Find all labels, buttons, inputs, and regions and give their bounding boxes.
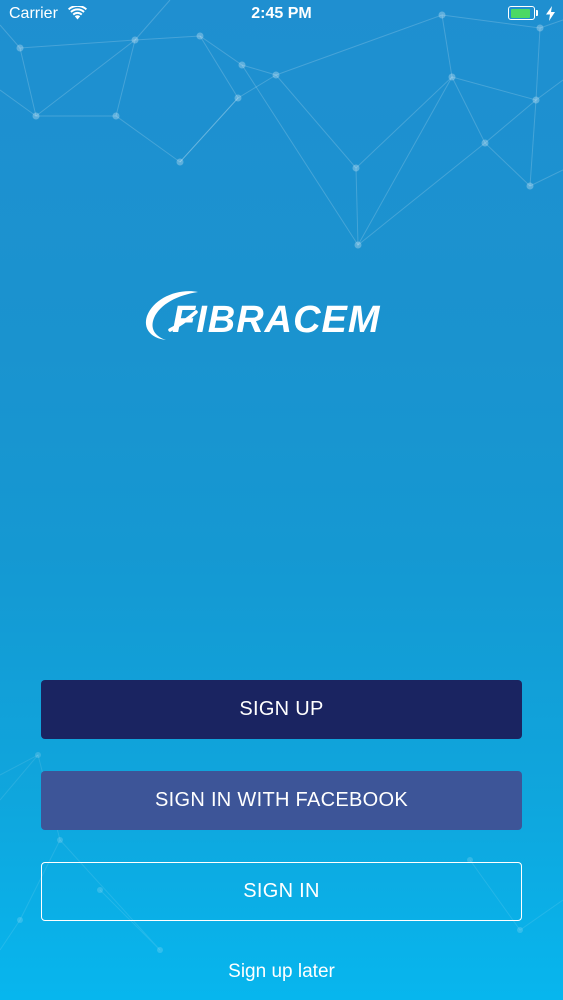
status-time: 2:45 PM (251, 5, 312, 22)
logo-wordmark: FIBRACEM (172, 299, 381, 341)
status-bar: Carrier 2:45 PM (0, 0, 563, 30)
network-pattern-decoration (0, 0, 563, 249)
sign-in-button[interactable]: SIGN IN (41, 862, 522, 921)
battery-icon (508, 6, 535, 20)
network-pattern-decoration-bottom (0, 752, 563, 953)
sign-in-with-facebook-button[interactable]: SIGN IN WITH FACEBOOK (41, 771, 522, 830)
battery-tip (536, 10, 538, 16)
sign-up-later-link[interactable]: Sign up later (0, 961, 563, 983)
sign-in-with-facebook-label: SIGN IN WITH FACEBOOK (155, 789, 408, 811)
fibracem-logo: FIBRACEM (140, 286, 425, 352)
welcome-screen: Carrier 2:45 PM FIBRACEM SIGN UP SIGN IN… (0, 0, 563, 1000)
sign-up-button[interactable]: SIGN UP (41, 680, 522, 739)
battery-level-fill (510, 8, 530, 18)
charging-bolt-icon (546, 6, 555, 21)
sign-up-button-label: SIGN UP (239, 698, 324, 720)
sign-in-button-label: SIGN IN (243, 880, 320, 902)
